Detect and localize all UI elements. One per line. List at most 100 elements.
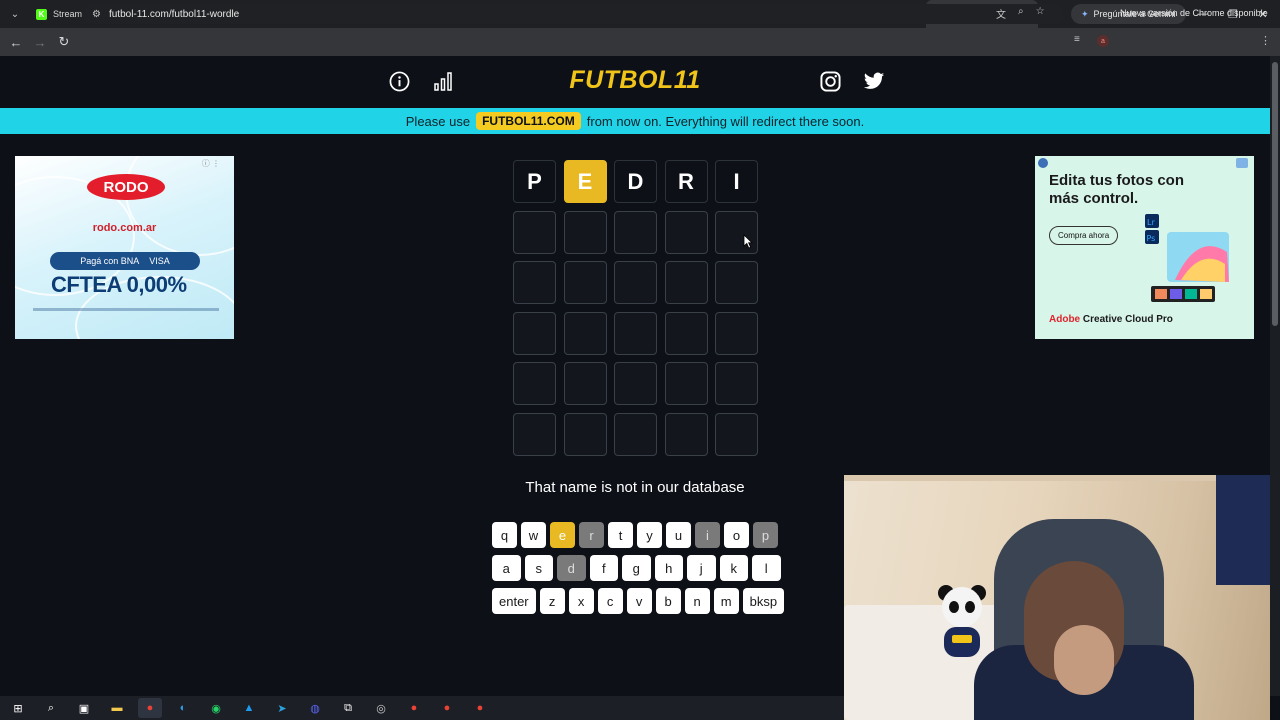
keyboard-row: asdfghjkl: [492, 555, 781, 581]
key-g[interactable]: g: [622, 555, 651, 581]
board-tile: [614, 412, 657, 456]
site-logo[interactable]: FUTBOL11: [560, 66, 710, 95]
task-view-icon[interactable]: ▣: [72, 698, 96, 718]
key-l[interactable]: l: [752, 555, 781, 581]
header-right-icons: [819, 70, 885, 94]
url-text: futbol-11.com/futbol11-wordle: [108, 8, 240, 20]
key-k[interactable]: k: [719, 555, 748, 581]
key-m[interactable]: m: [713, 588, 739, 614]
svg-text:Ps: Ps: [1147, 234, 1156, 243]
site-info-icon[interactable]: ⚙: [92, 9, 101, 20]
edge-icon[interactable]: ◐: [171, 698, 195, 718]
key-w[interactable]: w: [521, 522, 546, 548]
bna-strip: Pagá con BNA VISA: [50, 252, 200, 270]
profile-avatar[interactable]: a: [1097, 35, 1109, 47]
whatsapp-icon[interactable]: ◉: [204, 698, 228, 718]
translate-icon[interactable]: 文: [996, 6, 1006, 21]
board-tile: [715, 261, 758, 304]
search-icon[interactable]: ⌕: [39, 698, 63, 718]
twitter-icon[interactable]: ▲: [237, 698, 261, 718]
key-d[interactable]: d: [557, 555, 586, 581]
key-b[interactable]: b: [655, 588, 681, 614]
ad-adobe[interactable]: Edita tus fotos con más control. Compra …: [1035, 156, 1254, 339]
wordle-board: PEDRI: [513, 160, 758, 456]
capcut-icon[interactable]: ⧉: [336, 698, 360, 718]
back-icon[interactable]: ←: [4, 35, 28, 50]
keyboard-row: qwertyuiop: [492, 522, 778, 548]
obs-icon[interactable]: ◎: [369, 698, 393, 718]
key-bksp[interactable]: bksp: [742, 588, 785, 614]
chrome-icon[interactable]: ●: [435, 698, 459, 718]
ad-info-icon[interactable]: ⓘ ⋮: [202, 158, 220, 169]
board-tile: [614, 261, 657, 304]
key-h[interactable]: h: [654, 555, 683, 581]
key-i[interactable]: i: [695, 522, 720, 548]
adchoices-icon[interactable]: [1236, 158, 1248, 168]
key-x[interactable]: x: [568, 588, 594, 614]
windows-start-icon[interactable]: ⊞: [6, 698, 30, 718]
key-enter[interactable]: enter: [492, 588, 536, 614]
key-t[interactable]: t: [608, 522, 633, 548]
rodo-logo: RODO: [87, 174, 165, 200]
keyboard-row: enter z x c v b n m bksp: [492, 588, 785, 614]
key-o[interactable]: o: [724, 522, 749, 548]
ad-shield-icon: [1038, 158, 1048, 168]
header-left-icons: [388, 70, 454, 94]
info-icon[interactable]: [388, 70, 410, 92]
cftea-headline: CFTEA 0,00%: [51, 272, 187, 297]
board-tile: [664, 261, 708, 304]
stats-icon[interactable]: [432, 70, 454, 92]
board-tile: [715, 412, 758, 456]
key-v[interactable]: v: [626, 588, 652, 614]
key-e[interactable]: e: [550, 522, 575, 548]
reload-icon[interactable]: ↻: [52, 34, 76, 50]
telegram-icon[interactable]: ➤: [270, 698, 294, 718]
key-r[interactable]: r: [579, 522, 604, 548]
windows-taskbar: ⊞ ⌕ ▣ ▬ ● ◐ ◉ ▲ ➤ ◍ ⧉ ◎ ● ● ●: [0, 696, 844, 720]
scrollbar-thumb[interactable]: [1272, 62, 1278, 326]
ad-decoration: [125, 156, 234, 256]
webcam-hanging-shirt: [1216, 475, 1270, 585]
board-tile: [563, 412, 607, 456]
ad-rodo[interactable]: ⓘ ⋮ RODO rodo.com.ar Pagá con BNA VISA CF…: [15, 156, 234, 339]
chrome-icon[interactable]: ●: [138, 698, 162, 718]
key-c[interactable]: c: [597, 588, 623, 614]
instagram-icon[interactable]: [819, 70, 841, 92]
ad-fine-print: [33, 308, 219, 311]
chrome-menu-icon[interactable]: ⋮: [1260, 34, 1271, 47]
futbol11-link[interactable]: FUTBOL11.COM: [476, 112, 581, 130]
chrome-update-label[interactable]: Nueva versión de Chrome disponible: [1120, 8, 1268, 18]
reading-list-icon[interactable]: ≡: [1074, 34, 1080, 45]
discord-icon[interactable]: ◍: [303, 698, 327, 718]
url-field[interactable]: ⚙ futbol-11.com/futbol11-wordle: [84, 4, 1064, 24]
chrome-icon[interactable]: ●: [468, 698, 492, 718]
board-tile: [664, 210, 708, 254]
page-scrollbar[interactable]: [1270, 56, 1280, 696]
key-p[interactable]: p: [753, 522, 778, 548]
mouse-cursor-icon: [743, 234, 753, 249]
board-tile: [664, 311, 708, 355]
zoom-icon[interactable]: ⌕: [1018, 6, 1024, 21]
buy-now-button[interactable]: Compra ahora: [1049, 226, 1119, 245]
adobe-artwork: Lr Ps: [1145, 214, 1229, 302]
tab-search-icon[interactable]: ⌄: [0, 0, 30, 28]
webcam-overlay: [844, 475, 1270, 720]
key-u[interactable]: u: [666, 522, 691, 548]
board-tile: [715, 362, 758, 405]
key-a[interactable]: a: [492, 555, 521, 581]
key-z[interactable]: z: [539, 588, 565, 614]
key-f[interactable]: f: [589, 555, 618, 581]
key-s[interactable]: s: [524, 555, 553, 581]
adobe-brand: Adobe Creative Cloud Pro: [1049, 314, 1173, 325]
forward-icon[interactable]: →: [28, 35, 52, 50]
key-q[interactable]: q: [492, 522, 517, 548]
file-explorer-icon[interactable]: ▬: [105, 698, 129, 718]
screen: ⌄ KStream - Kick✕XBoca Info en X✕XSudana…: [0, 0, 1280, 720]
twitter-icon[interactable]: [863, 70, 885, 92]
status-message: That name is not in our database: [525, 479, 745, 496]
key-y[interactable]: y: [637, 522, 662, 548]
bookmark-star-icon[interactable]: ☆: [1036, 6, 1045, 21]
key-j[interactable]: j: [687, 555, 716, 581]
key-n[interactable]: n: [684, 588, 710, 614]
chrome-icon[interactable]: ●: [402, 698, 426, 718]
